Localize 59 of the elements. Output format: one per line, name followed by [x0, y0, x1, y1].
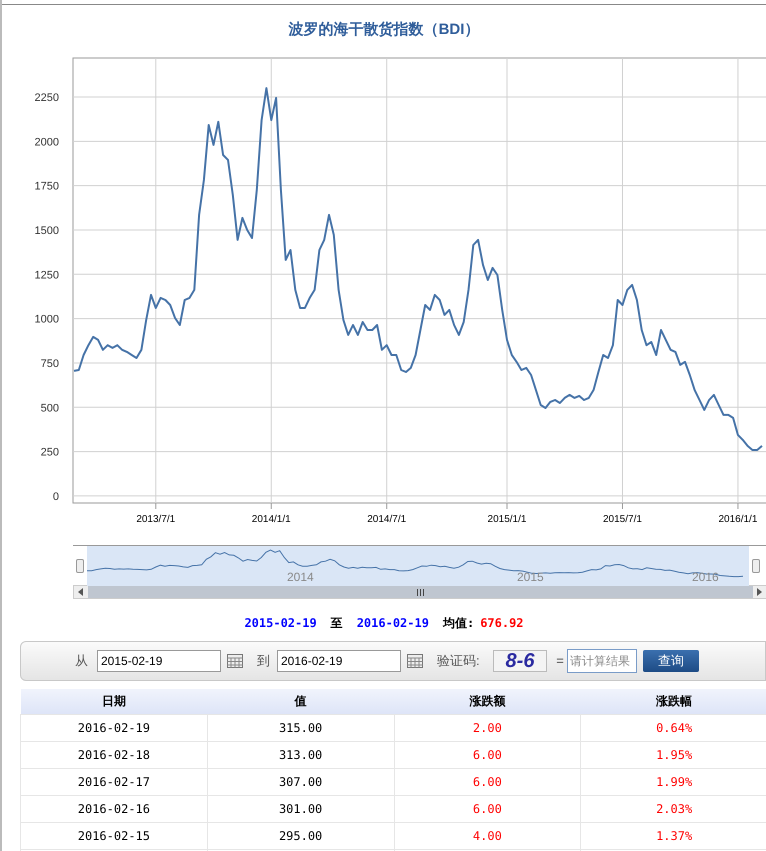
from-date: 2015-02-19	[244, 615, 317, 632]
table-cell: 6.00	[394, 768, 581, 795]
equals-sign: =	[555, 652, 565, 670]
table-cell: 2016-02-18	[20, 741, 208, 768]
table-cell: 307.00	[207, 768, 394, 795]
y-axis-label: 500	[40, 402, 59, 414]
average-value: 676.92	[480, 615, 524, 632]
navigator-year-label: 2014	[287, 570, 314, 584]
column-header: 涨跌幅	[580, 689, 766, 714]
y-axis-label: 2250	[34, 92, 59, 104]
table-cell: 6.00	[394, 741, 581, 768]
column-header: 值	[207, 689, 394, 714]
scrollbar[interactable]	[73, 585, 766, 599]
y-axis-label: 2000	[34, 136, 59, 148]
captcha-label: 验证码:	[437, 652, 481, 670]
calendar-icon[interactable]	[407, 654, 423, 668]
separator-text: 至	[330, 615, 343, 632]
table-cell: 0.64%	[580, 714, 766, 741]
table-cell: 301.00	[207, 795, 394, 822]
table-cell: 2016-02-16	[20, 795, 208, 822]
table-cell: 2016-02-19	[20, 714, 208, 741]
y-axis-label: 1250	[34, 269, 59, 282]
y-axis-label: 1750	[34, 180, 59, 193]
y-axis-label: 0	[52, 490, 59, 503]
y-axis-label: 750	[40, 358, 59, 370]
average-label: 均值:	[442, 615, 474, 632]
from-date-input[interactable]: 2015-02-19	[97, 650, 221, 672]
query-button[interactable]: 查询	[643, 650, 699, 672]
scrollbar-thumb[interactable]	[88, 586, 753, 598]
table-cell: 295.00	[207, 822, 394, 849]
to-date-input[interactable]: 2016-02-19	[277, 650, 401, 672]
navigator-year-label: 2016	[692, 570, 719, 584]
answer-input[interactable]: 请计算结果	[567, 649, 637, 673]
grip-icon	[417, 588, 424, 596]
x-axis-label: 2016/1/1	[718, 514, 758, 525]
chart-title: 波罗的海干散货指数（BDI）	[288, 20, 480, 40]
table-cell: 2.00	[394, 714, 581, 741]
y-axis-label: 1500	[34, 224, 59, 237]
table-cell: 315.00	[207, 714, 394, 741]
from-label: 从	[75, 652, 89, 670]
to-date: 2016-02-19	[356, 615, 429, 632]
column-header: 日期	[20, 689, 208, 714]
calendar-icon[interactable]	[227, 654, 243, 668]
navigator-year-label: 2015	[517, 570, 544, 584]
x-axis-label: 2014/1/1	[252, 514, 291, 525]
table-cell: 2016-02-17	[20, 768, 208, 795]
table-cell: 4.00	[394, 822, 581, 849]
y-axis-label: 1000	[34, 314, 59, 326]
x-axis-label: 2015/7/1	[603, 514, 642, 525]
y-axis-label: 250	[40, 446, 59, 459]
x-axis-label: 2013/7/1	[136, 514, 176, 525]
captcha-image: 8-6	[493, 650, 547, 672]
x-axis-label: 2015/1/1	[488, 514, 526, 525]
column-header: 涨跌额	[394, 689, 581, 714]
table-cell: 313.00	[207, 741, 394, 768]
x-axis-label: 2014/7/1	[367, 514, 406, 525]
to-label: 到	[257, 652, 271, 670]
table-cell: 6.00	[394, 795, 581, 822]
table-cell: 2016-02-15	[20, 822, 208, 849]
